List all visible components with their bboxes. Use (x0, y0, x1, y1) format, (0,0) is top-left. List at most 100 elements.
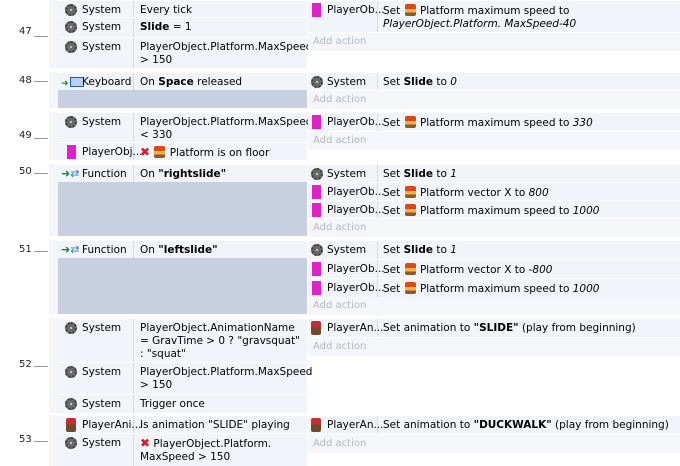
action-object[interactable]: PlayerAn... (308, 416, 384, 434)
condition-text[interactable]: On "leftslide" (140, 244, 303, 257)
action-object[interactable]: PlayerOb... (308, 113, 385, 131)
condition-object[interactable]: ➜⇄ Function (58, 241, 134, 258)
condition-text[interactable]: ✖ PlayerObject.Platform. MaxSpeed > 150 (140, 437, 303, 464)
action-object[interactable]: PlayerOb... (308, 1, 385, 32)
line-number: 51 (19, 244, 32, 255)
platform-behavior-icon (154, 146, 166, 158)
action-row[interactable]: PlayerOb... Set Platform maximum speed t… (308, 278, 680, 297)
condition-object[interactable]: ➜⇄ Function (58, 165, 134, 182)
condition-row[interactable]: System PlayerObject.Platform.MaxSpeed > … (58, 37, 312, 68)
function-icon: ➜⇄ (61, 243, 80, 256)
event-48-conditions[interactable]: ➜ Keyboard On Space released (58, 72, 307, 108)
gear-icon (65, 4, 77, 16)
condition-row[interactable]: System Slide = 1 (58, 17, 307, 37)
action-object[interactable]: System (308, 241, 378, 259)
add-action-link[interactable]: Add action (308, 33, 680, 51)
event-52-actions: PlayerAn... Set animation to "SLIDE" (pl… (308, 318, 680, 413)
event-53-conditions[interactable]: PlayerAni... Is animation "SLIDE" playin… (58, 415, 307, 466)
event-52-conditions[interactable]: System PlayerObject.AnimationName = Grav… (58, 318, 312, 413)
trigger-row[interactable]: ➜⇄ Function On "rightslide" (58, 164, 307, 182)
condition-object[interactable]: System (58, 38, 134, 68)
action-row[interactable]: PlayerOb... Set Platform maximum speed t… (308, 112, 680, 131)
condition-object[interactable]: ➜ Keyboard (58, 73, 134, 90)
condition-object[interactable]: System (58, 395, 134, 413)
action-text[interactable]: Set Platform maximum speed to 330 (383, 116, 677, 130)
event-guide (34, 173, 48, 174)
action-row[interactable]: PlayerAn... Set animation to "DUCKWALK" … (308, 415, 680, 434)
action-object[interactable]: PlayerAn... (308, 319, 384, 337)
add-action-link[interactable]: Add action (308, 132, 680, 150)
add-action-link[interactable]: Add action (308, 435, 680, 453)
action-object[interactable]: System (308, 73, 378, 90)
event-49-conditions[interactable]: System PlayerObject.Platform.MaxSpeed < … (58, 112, 312, 160)
action-text[interactable]: Set Slide to 1 (383, 244, 677, 257)
condition-object[interactable]: System (58, 1, 134, 17)
event-47-conditions[interactable]: System Every tick System Slide = 1 Syste… (58, 0, 312, 68)
condition-row[interactable]: System PlayerObject.Platform.MaxSpeed < … (58, 112, 312, 142)
condition-row[interactable]: System Every tick (58, 0, 307, 17)
action-text[interactable]: Set Slide to 0 (383, 76, 677, 89)
action-row[interactable]: PlayerOb... Set Platform maximum speed t… (308, 0, 680, 32)
condition-object[interactable]: PlayerAni... (58, 416, 141, 433)
gear-icon (65, 398, 77, 410)
action-row[interactable]: System Set Slide to 1 (308, 164, 680, 182)
action-row[interactable]: System Set Slide to 1 (308, 240, 680, 259)
action-object[interactable]: PlayerOb... (308, 183, 385, 200)
condition-text[interactable]: PlayerObject.Platform.MaxSpeed < 330 (140, 116, 312, 142)
condition-text[interactable]: PlayerObject.Platform.MaxSpeed > 150 (140, 41, 312, 67)
condition-object[interactable]: System (58, 18, 134, 37)
action-row[interactable]: System Set Slide to 0 (308, 72, 680, 90)
action-text[interactable]: Set Platform maximum speed to 1000 (383, 282, 677, 296)
gear-icon (65, 366, 77, 378)
condition-object[interactable]: System (58, 434, 134, 466)
condition-text[interactable]: PlayerObject.Platform.MaxSpeed > 150 (140, 366, 312, 392)
action-row[interactable]: PlayerOb... Set Platform vector X to 800 (308, 182, 680, 200)
condition-text[interactable]: Slide = 1 (140, 21, 303, 34)
action-row[interactable]: PlayerOb... Set Platform maximum speed t… (308, 200, 680, 218)
action-text[interactable]: Set animation to "SLIDE" (play from begi… (383, 322, 677, 335)
add-action-link[interactable]: Add action (308, 297, 680, 315)
add-action-link[interactable]: Add action (308, 91, 680, 109)
platform-behavior-icon (404, 116, 416, 128)
condition-row[interactable]: PlayerAni... Is animation "SLIDE" playin… (58, 415, 307, 433)
gear-icon (311, 244, 323, 256)
action-text[interactable]: Set Slide to 1 (383, 168, 677, 181)
condition-object[interactable]: System (58, 113, 134, 142)
condition-object[interactable]: System (58, 319, 134, 362)
action-row[interactable]: PlayerOb... Set Platform vector X to -80… (308, 259, 680, 278)
action-text[interactable]: Set animation to "DUCKWALK" (play from b… (383, 419, 677, 432)
condition-text[interactable]: Every tick (140, 4, 303, 17)
gear-icon (65, 437, 77, 449)
trigger-row[interactable]: ➜⇄ Function On "leftslide" (58, 240, 307, 258)
add-action-link[interactable]: Add action (308, 219, 680, 237)
condition-text[interactable]: ✖ Platform is on floor (140, 146, 303, 160)
condition-row[interactable]: System PlayerObject.AnimationName = Grav… (58, 318, 307, 362)
condition-row[interactable]: PlayerObj... ✖ Platform is on floor (58, 142, 307, 160)
add-action-link[interactable]: Add action (308, 338, 680, 356)
event-51-actions: System Set Slide to 1 PlayerOb... Set Pl… (308, 240, 680, 315)
player-object-icon (312, 281, 321, 295)
action-text[interactable]: Set Platform maximum speed to PlayerObje… (383, 4, 677, 31)
action-object[interactable]: PlayerOb... (308, 279, 385, 297)
action-object[interactable]: PlayerOb... (308, 260, 385, 278)
trigger-row[interactable]: ➜ Keyboard On Space released (58, 72, 307, 90)
condition-row[interactable]: System PlayerObject.Platform.MaxSpeed > … (58, 362, 312, 394)
condition-row[interactable]: System Trigger once (58, 394, 307, 413)
action-row[interactable]: PlayerAn... Set animation to "SLIDE" (pl… (308, 318, 680, 337)
condition-text[interactable]: On Space released (140, 76, 303, 89)
event-50-conditions[interactable]: ➜⇄ Function On "rightslide" (58, 164, 307, 236)
event-51-conditions[interactable]: ➜⇄ Function On "leftslide" (58, 240, 307, 314)
action-text[interactable]: Set Platform maximum speed to 1000 (383, 204, 677, 218)
invert-x-icon: ✖ (140, 145, 151, 159)
condition-object[interactable]: PlayerObj... (58, 143, 143, 160)
action-text[interactable]: Set Platform vector X to 800 (383, 186, 677, 200)
action-object[interactable]: PlayerOb... (308, 201, 385, 218)
condition-text[interactable]: PlayerObject.AnimationName = GravTime > … (140, 322, 303, 361)
action-text[interactable]: Set Platform vector X to -800 (383, 263, 677, 277)
condition-text[interactable]: On "rightslide" (140, 168, 303, 181)
condition-text[interactable]: Is animation "SLIDE" playing (140, 419, 303, 432)
action-object[interactable]: System (308, 165, 378, 182)
condition-row[interactable]: System ✖ PlayerObject.Platform. MaxSpeed… (58, 433, 307, 466)
condition-text[interactable]: Trigger once (140, 398, 303, 411)
condition-object[interactable]: System (58, 363, 134, 394)
